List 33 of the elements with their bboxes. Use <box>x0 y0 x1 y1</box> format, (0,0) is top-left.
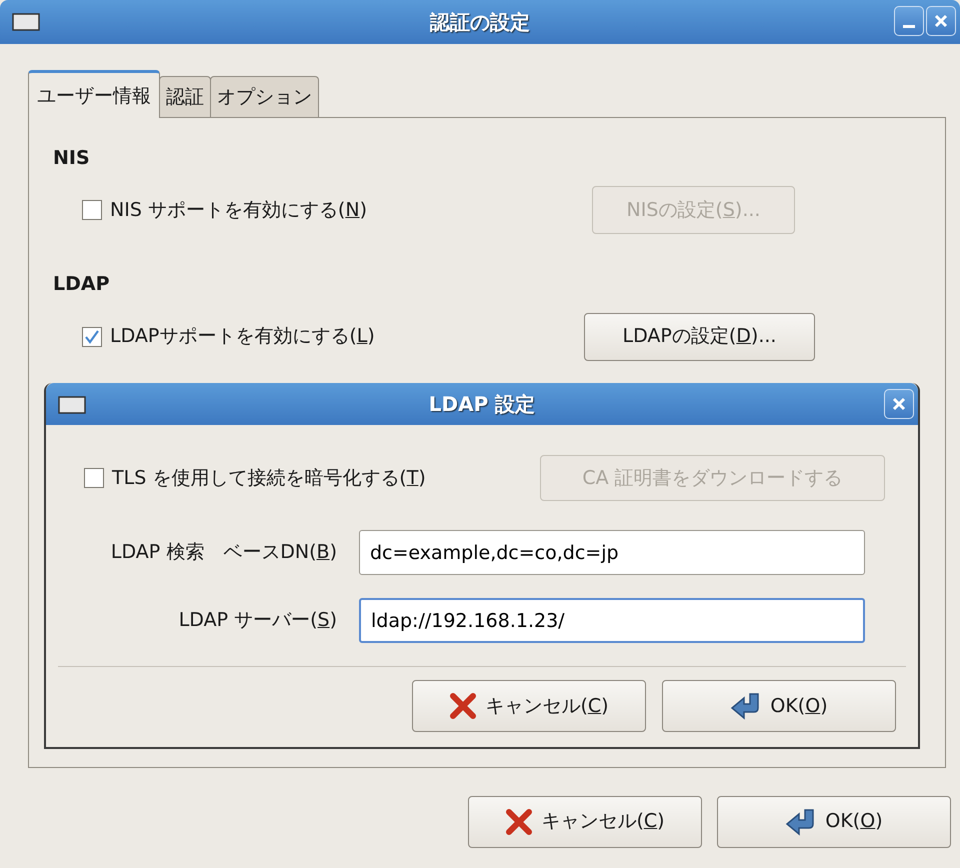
section-heading: LDAP <box>53 272 111 297</box>
cancel-x-icon <box>505 808 534 836</box>
checkbox-label: NIS サポートを有効にする(N) <box>110 198 367 223</box>
window-menu-icon <box>58 396 86 414</box>
close-icon <box>933 13 949 29</box>
minimize-icon <box>903 24 915 28</box>
check-icon <box>84 328 100 344</box>
input-field[interactable]: ldap://192.168.1.23/ <box>359 598 865 643</box>
ok-button[interactable]: OK(O) <box>662 680 896 732</box>
close-icon <box>891 396 907 412</box>
input-field[interactable]: dc=example,dc=co,dc=jp <box>359 530 865 575</box>
window-title: LDAP 設定 <box>428 391 536 418</box>
checkbox-label: TLS を使用して接続を暗号化する(T) <box>112 466 426 491</box>
ok-button[interactable]: OK(O) <box>717 796 951 848</box>
window-title: 認証の設定 <box>430 9 530 36</box>
checkbox-label: LDAPサポートを有効にする(L) <box>110 324 375 350</box>
checkbox[interactable] <box>84 468 104 488</box>
checkbox[interactable] <box>82 200 102 220</box>
cancel-button[interactable]: キャンセル(C) <box>468 796 702 848</box>
checkbox[interactable] <box>82 326 102 346</box>
close-button[interactable] <box>926 6 956 36</box>
section-heading: NIS <box>53 146 91 170</box>
window-menu-icon <box>12 13 40 31</box>
minimize-button[interactable] <box>894 6 924 36</box>
tab[interactable]: 認証 <box>159 76 211 116</box>
settings-button[interactable]: LDAPの設定(D)... <box>584 312 815 360</box>
tab[interactable]: オプション <box>210 76 319 116</box>
tab[interactable]: ユーザー情報 <box>28 70 160 118</box>
field-label: LDAP サーバー(S) <box>178 608 338 634</box>
cancel-button[interactable]: キャンセル(C) <box>412 680 646 732</box>
field-label: LDAP 検索 ベースDN(B) <box>110 540 338 566</box>
close-button[interactable] <box>884 389 914 419</box>
cancel-x-icon <box>449 692 478 720</box>
